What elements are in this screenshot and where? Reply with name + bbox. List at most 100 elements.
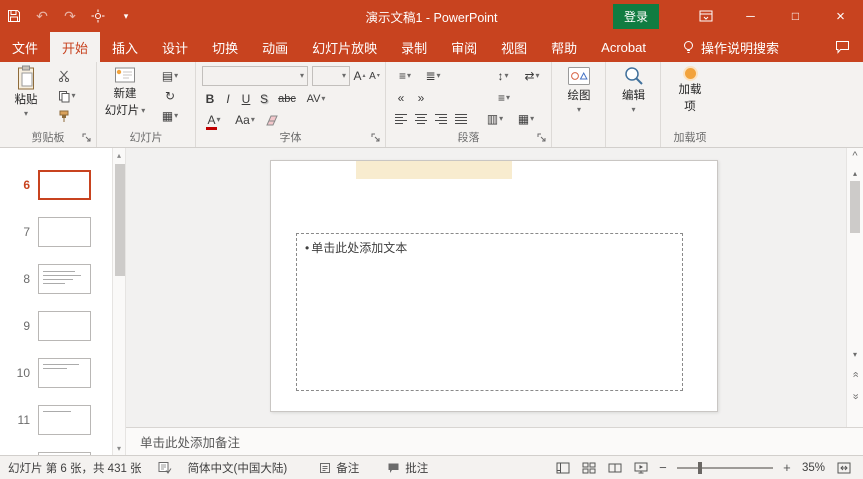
notes-pane[interactable]: 单击此处添加备注: [126, 427, 863, 455]
underline-button[interactable]: U: [238, 90, 254, 108]
clipboard-dialog-launcher[interactable]: [81, 132, 93, 144]
font-dialog-launcher[interactable]: [370, 132, 382, 144]
zoom-slider-thumb[interactable]: [698, 462, 702, 474]
format-painter-button[interactable]: [54, 107, 74, 125]
line-spacing-button[interactable]: ↕ ▾: [490, 67, 516, 85]
columns-button[interactable]: ▥ ▾: [482, 110, 508, 128]
scroll-up-button[interactable]: ▴: [847, 165, 863, 181]
zoom-out-button[interactable]: −: [654, 456, 672, 479]
paragraph-dialog-launcher[interactable]: [536, 132, 548, 144]
italic-button[interactable]: I: [220, 90, 236, 108]
zoom-in-button[interactable]: +: [778, 456, 796, 479]
align-text-button[interactable]: ≡ ▾: [490, 89, 518, 107]
grow-font-button[interactable]: A▴: [352, 67, 367, 85]
close-button[interactable]: ×: [818, 0, 863, 32]
convert-smartart-button[interactable]: ▦ ▾: [512, 110, 540, 128]
tab-file[interactable]: 文件: [0, 32, 50, 62]
editing-group-button[interactable]: 编辑 ▾: [611, 65, 656, 114]
scroll-down-button[interactable]: ▾: [847, 346, 863, 362]
scrollbar-thumb[interactable]: [850, 181, 860, 233]
slide-layout-button[interactable]: ▤ ▾: [155, 67, 185, 85]
zoom-percentage[interactable]: 35%: [796, 456, 831, 479]
new-slide-button[interactable]: 新建 幻灯片 ▾: [101, 65, 149, 119]
character-spacing-button[interactable]: AV ▾: [302, 90, 330, 108]
slide-canvas[interactable]: •单击此处添加文本: [270, 160, 718, 412]
align-right-button[interactable]: [432, 110, 450, 128]
tab-record[interactable]: 录制: [389, 32, 439, 62]
slide-thumbnail-10[interactable]: 10: [0, 358, 112, 392]
minimize-button[interactable]: ─: [728, 0, 773, 32]
reading-view-button[interactable]: [602, 456, 628, 479]
redo-button[interactable]: ↷: [56, 0, 84, 32]
font-name-combo[interactable]: ▾: [202, 66, 308, 86]
bullets-button[interactable]: ≡ ▾: [392, 67, 418, 85]
cut-button[interactable]: [54, 67, 74, 85]
paste-button[interactable]: 粘贴 ▾: [4, 65, 48, 118]
signin-button[interactable]: 登录: [613, 4, 659, 29]
slide-thumbnail-9[interactable]: 9: [0, 311, 112, 345]
decrease-indent-button[interactable]: «: [392, 89, 410, 107]
numbering-button[interactable]: ≣ ▾: [420, 67, 446, 85]
font-color-button[interactable]: A ▾: [202, 111, 226, 129]
tab-review[interactable]: 审阅: [439, 32, 489, 62]
bold-button[interactable]: B: [202, 90, 218, 108]
previous-slide-button[interactable]: «: [847, 366, 863, 382]
increase-indent-button[interactable]: »: [412, 89, 430, 107]
tab-slideshow[interactable]: 幻灯片放映: [300, 32, 389, 62]
strikethrough-button[interactable]: abc: [274, 90, 300, 108]
shrink-font-button[interactable]: A▾: [367, 67, 382, 85]
normal-view-button[interactable]: [550, 456, 576, 479]
title-placeholder[interactable]: [356, 161, 512, 179]
clear-formatting-button[interactable]: [262, 111, 282, 129]
zoom-slider[interactable]: [677, 467, 773, 469]
change-case-button[interactable]: Aa ▾: [232, 111, 258, 129]
slide-sorter-view-button[interactable]: [576, 456, 602, 479]
undo-button[interactable]: ↶: [28, 0, 56, 32]
next-slide-button[interactable]: »: [847, 388, 863, 404]
language-button[interactable]: 简体中文(中国大陆): [180, 456, 296, 479]
section-button[interactable]: ▦ ▾: [155, 107, 185, 125]
copy-button[interactable]: ▾: [54, 87, 80, 105]
fit-to-window-button[interactable]: [831, 456, 857, 479]
body-placeholder[interactable]: •单击此处添加文本: [296, 233, 683, 391]
touch-mouse-mode-button[interactable]: [84, 0, 112, 32]
tab-animations[interactable]: 动画: [250, 32, 300, 62]
spellcheck-button[interactable]: [150, 456, 180, 479]
tab-acrobat[interactable]: Acrobat: [589, 32, 658, 62]
ribbon-display-options-button[interactable]: [683, 0, 728, 32]
slideshow-view-button[interactable]: [628, 456, 654, 479]
drawing-group-button[interactable]: 绘图 ▾: [557, 65, 601, 114]
font-size-combo[interactable]: ▾: [312, 66, 350, 86]
feedback-button[interactable]: [821, 32, 863, 62]
slide-thumbnail-11[interactable]: 11: [0, 405, 112, 439]
scroll-down-button[interactable]: ▾: [113, 441, 125, 455]
vertical-scrollbar[interactable]: ^ ▴ ▾ « »: [846, 148, 863, 427]
text-shadow-button[interactable]: S: [256, 90, 272, 108]
addins-button[interactable]: 加载 项: [667, 65, 713, 115]
thumbnail-scrollbar[interactable]: ▴ ▾: [112, 148, 126, 455]
maximize-button[interactable]: □: [773, 0, 818, 32]
customize-quick-access-button[interactable]: ▾: [112, 0, 140, 32]
tab-home[interactable]: 开始: [50, 32, 100, 62]
slide-thumbnail-7[interactable]: 7: [0, 217, 112, 251]
slide-thumbnail-6[interactable]: 6: [0, 170, 112, 204]
tab-view[interactable]: 视图: [489, 32, 539, 62]
comments-toggle-button[interactable]: 批注: [379, 456, 436, 479]
tab-help[interactable]: 帮助: [539, 32, 589, 62]
notes-toggle-button[interactable]: 备注: [311, 456, 367, 479]
slide-counter[interactable]: 幻灯片 第 6 张，共 431 张: [0, 456, 150, 479]
scrollbar-thumb[interactable]: [115, 164, 125, 276]
tab-design[interactable]: 设计: [150, 32, 200, 62]
reset-slide-button[interactable]: ↻: [155, 87, 185, 105]
align-left-button[interactable]: [392, 110, 410, 128]
scroll-up-button[interactable]: ▴: [113, 148, 125, 162]
slide-thumbnail-8[interactable]: 8: [0, 264, 112, 298]
collapse-ribbon-button[interactable]: ^: [847, 148, 863, 164]
tellme-button[interactable]: 操作说明搜索: [672, 32, 789, 62]
tab-transitions[interactable]: 切换: [200, 32, 250, 62]
save-button[interactable]: [0, 0, 28, 32]
tab-insert[interactable]: 插入: [100, 32, 150, 62]
align-center-button[interactable]: [412, 110, 430, 128]
justify-button[interactable]: [452, 110, 470, 128]
text-direction-button[interactable]: ⇄ ▾: [518, 67, 546, 85]
